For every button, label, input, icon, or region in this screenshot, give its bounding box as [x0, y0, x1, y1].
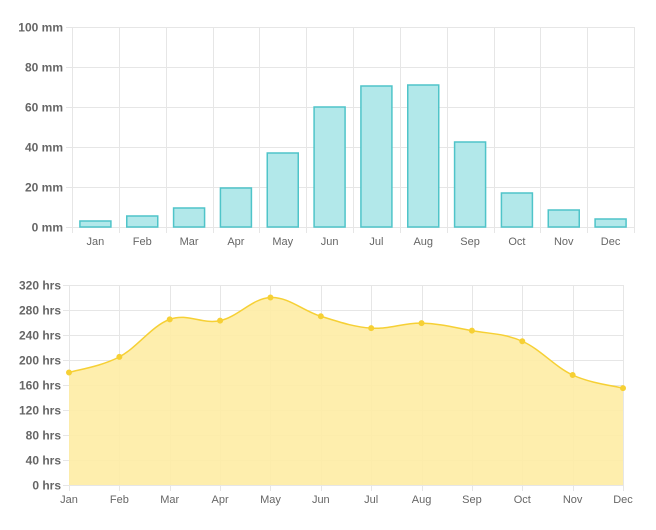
bar-sep — [453, 141, 487, 228]
y-tick-label: 160 hrs — [19, 379, 61, 393]
point-jun — [317, 313, 324, 320]
y-tick-label: 0 hrs — [32, 479, 61, 493]
x-tick-label: Feb — [133, 236, 152, 248]
point-mar — [166, 316, 173, 323]
point-dec — [620, 385, 626, 392]
x-tick-label: Nov — [563, 494, 583, 506]
bar-nov — [547, 209, 580, 228]
y-tick-label: 120 hrs — [19, 404, 61, 418]
x-tick-label: Oct — [514, 494, 531, 506]
bar-aug — [407, 84, 440, 228]
point-sep — [468, 327, 475, 334]
bar-may — [266, 152, 299, 228]
y-tick-label: 320 hrs — [19, 279, 61, 293]
bar-mar — [172, 207, 206, 228]
point-nov — [569, 372, 576, 378]
point-may — [267, 294, 274, 301]
x-tick-label: Apr — [212, 494, 229, 506]
y-tick-label: 200 hrs — [19, 354, 61, 368]
sunshine-area-chart: 320 hrs 280 hrs 240 hrs 200 hrs 160 hrs 120 h… — [19, 279, 633, 507]
x-tick-label: Dec — [601, 236, 621, 248]
bar-jun — [313, 106, 346, 228]
y-tick-label: 100 mm — [18, 21, 63, 35]
bar-oct — [500, 192, 534, 228]
x-tick-label: May — [272, 236, 293, 248]
y-tick-label: 80 hrs — [26, 429, 62, 443]
x-tick-label: Mar — [180, 236, 199, 248]
x-tick-label: Oct — [508, 236, 525, 248]
y-tick-label: 20 mm — [25, 181, 63, 195]
x-tick-label: Jun — [312, 494, 330, 506]
x-tick-label: May — [260, 494, 281, 506]
x-tick-label: Jul — [369, 236, 383, 248]
point-feb — [116, 353, 123, 360]
bar-jan — [79, 220, 112, 228]
y-tick-label: 0 mm — [32, 221, 63, 235]
x-tick-label: Sep — [462, 494, 482, 506]
y-tick-label: 40 hrs — [26, 454, 62, 468]
x-tick-label: Aug — [412, 494, 432, 506]
point-oct — [519, 338, 526, 345]
x-tick-label: Jul — [364, 494, 378, 506]
x-tick-label: Feb — [110, 494, 129, 506]
x-tick-label: Apr — [227, 236, 244, 248]
climate-charts: 100 mm 80 mm 60 mm 40 mm 20 mm 0 mm Jan Feb Mar A… — [0, 0, 656, 530]
y-tick-label: 280 hrs — [19, 304, 61, 318]
x-tick-label: Aug — [413, 236, 433, 248]
x-tick-label: Mar — [160, 494, 179, 506]
x-tick-label: Nov — [554, 236, 574, 248]
point-aug — [418, 320, 425, 327]
y-tick-label: 240 hrs — [19, 329, 61, 343]
x-tick-label: Jan — [60, 494, 78, 506]
point-jan — [66, 369, 72, 376]
y-tick-label: 60 mm — [25, 101, 63, 115]
point-jul — [368, 325, 375, 332]
rainfall-bar-chart: 100 mm 80 mm 60 mm 40 mm 20 mm 0 mm Jan Feb Mar A… — [18, 21, 635, 248]
x-tick-label: Dec — [613, 494, 633, 506]
y-tick-label: 40 mm — [25, 141, 63, 155]
x-tick-label: Jan — [87, 236, 105, 248]
x-tick-label: Jun — [321, 236, 339, 248]
sunshine-area-fill — [69, 297, 623, 485]
x-tick-label: Sep — [460, 236, 480, 248]
bar-jul — [360, 85, 393, 228]
bar-apr — [219, 187, 253, 228]
y-tick-label: 80 mm — [25, 61, 63, 75]
bar-feb — [126, 215, 159, 228]
bar-dec — [594, 218, 627, 228]
point-apr — [217, 317, 224, 324]
